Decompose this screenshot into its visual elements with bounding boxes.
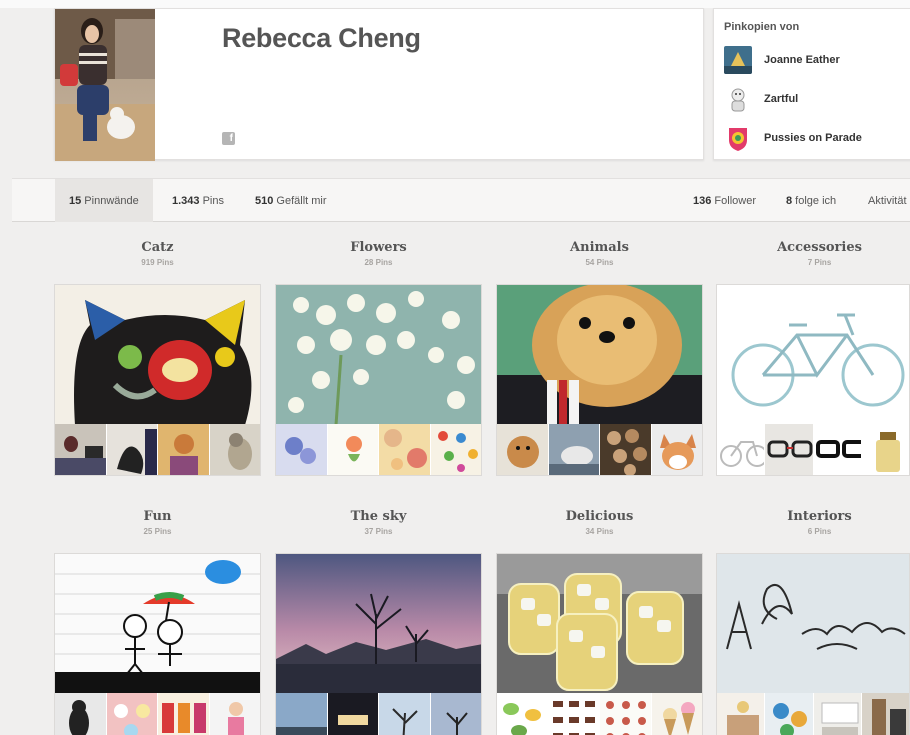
board-pin-count: 6 Pins: [807, 527, 832, 536]
thumbnail: [860, 424, 909, 475]
user-avatar: [724, 85, 752, 113]
repin-user-name: Joanne Eather: [764, 54, 840, 66]
thumbnail: [378, 424, 430, 475]
board-pin-count: 37 Pins: [364, 527, 393, 536]
facebook-icon[interactable]: f: [222, 132, 235, 145]
tab-activity[interactable]: Aktivität: [854, 179, 907, 222]
thumbnail: [157, 693, 209, 735]
board-pin-count: 54 Pins: [585, 258, 614, 267]
thumbnail: [157, 424, 209, 475]
board-pin-count: 34 Pins: [585, 527, 614, 536]
board-accessories[interactable]: Accessories 7 Pins: [716, 240, 910, 476]
board-title: Interiors: [787, 509, 852, 524]
profile-name: Rebecca Cheng: [222, 23, 421, 53]
board-cover-image[interactable]: [54, 284, 261, 424]
board-thumbnails: [716, 424, 910, 476]
thumbnail: [429, 693, 481, 735]
board-title: Catz: [141, 240, 174, 255]
board-pin-count: 919 Pins: [141, 258, 174, 267]
board-animals[interactable]: Animals 54 Pins: [496, 240, 703, 476]
repin-user[interactable]: Pussies on Parade: [724, 123, 862, 153]
thumbnail: [326, 693, 378, 735]
board-pin-count: 7 Pins: [807, 258, 832, 267]
thumbnail: [55, 424, 106, 475]
board-thumbnails: [54, 693, 261, 735]
board-title: Accessories: [777, 240, 862, 255]
profile-tabs-bar: 15 Pinnwände 1.343 Pins 510 Gefällt mir …: [12, 178, 910, 222]
thumbnail: [55, 693, 106, 735]
board-fun[interactable]: Fun 25 Pins: [54, 509, 261, 735]
thumbnail: [599, 424, 651, 475]
thumbnail: [208, 424, 260, 475]
board-thumbnails: [496, 693, 703, 735]
board-thumbnails: [54, 424, 261, 476]
board-thumbnails: [496, 424, 703, 476]
thumbnail: [717, 693, 765, 735]
board-pin-count: 25 Pins: [143, 527, 172, 536]
board-thumbnails: [275, 424, 482, 476]
profile-card: Rebecca Cheng f: [54, 8, 704, 161]
board-cover-image[interactable]: [716, 553, 910, 693]
tab-likes[interactable]: 510 Gefällt mir: [241, 179, 341, 222]
repin-user[interactable]: Zartful: [724, 84, 798, 114]
thumbnail: [105, 693, 157, 735]
user-avatar: [724, 46, 752, 74]
thumbnail: [764, 424, 813, 475]
board-title: Fun: [143, 509, 172, 524]
board-catz[interactable]: Catz 919 Pins: [54, 240, 261, 476]
repins-title: Pinkopien von: [724, 21, 800, 33]
board-cover-image[interactable]: [496, 553, 703, 693]
user-avatar: [724, 124, 752, 152]
thumbnail: [650, 693, 702, 735]
thumbnail: [378, 693, 430, 735]
board-pin-count: 28 Pins: [364, 258, 393, 267]
repin-user-name: Zartful: [764, 93, 799, 105]
tab-boards[interactable]: 15 Pinnwände: [55, 179, 153, 222]
tab-pins[interactable]: 1.343 Pins: [158, 179, 238, 222]
thumbnail: [764, 693, 813, 735]
board-thumbnails: [716, 693, 910, 735]
thumbnail: [599, 693, 651, 735]
board-cover-image[interactable]: [716, 284, 910, 424]
repins-panel: Pinkopien von Joanne Eather Zartful Puss…: [713, 8, 910, 160]
repin-user-name: Pussies on Parade: [764, 132, 862, 144]
thumbnail: [717, 424, 765, 475]
board-delicious[interactable]: Delicious 34 Pins: [496, 509, 703, 735]
top-strip: [0, 0, 910, 8]
avatar[interactable]: [55, 9, 155, 161]
thumbnail: [497, 693, 548, 735]
thumbnail: [105, 424, 157, 475]
thumbnail: [429, 424, 481, 475]
board-title: Flowers: [350, 240, 407, 255]
thumbnail: [276, 693, 327, 735]
tab-following[interactable]: 8 folge ich: [772, 179, 850, 222]
board-cover-image[interactable]: [275, 284, 482, 424]
thumbnail: [276, 424, 327, 475]
thumbnail: [650, 424, 702, 475]
board-cover-image[interactable]: [496, 284, 703, 424]
thumbnail: [208, 693, 260, 735]
thumbnail: [497, 424, 548, 475]
thumbnail: [547, 424, 599, 475]
thumbnail: [326, 424, 378, 475]
thumbnail: [812, 424, 861, 475]
board-cover-image[interactable]: [275, 553, 482, 693]
board-the-sky[interactable]: The sky 37 Pins: [275, 509, 482, 735]
board-title: The sky: [350, 509, 407, 524]
thumbnail: [860, 693, 909, 735]
board-title: Delicious: [565, 509, 634, 524]
board-cover-image[interactable]: [54, 553, 261, 693]
repin-user[interactable]: Joanne Eather: [724, 45, 840, 75]
tab-followers[interactable]: 136 Follower: [679, 179, 770, 222]
board-thumbnails: [275, 693, 482, 735]
thumbnail: [812, 693, 861, 735]
board-interiors[interactable]: Interiors 6 Pins: [716, 509, 910, 735]
board-title: Animals: [570, 240, 629, 255]
thumbnail: [547, 693, 599, 735]
board-flowers[interactable]: Flowers 28 Pins: [275, 240, 482, 476]
